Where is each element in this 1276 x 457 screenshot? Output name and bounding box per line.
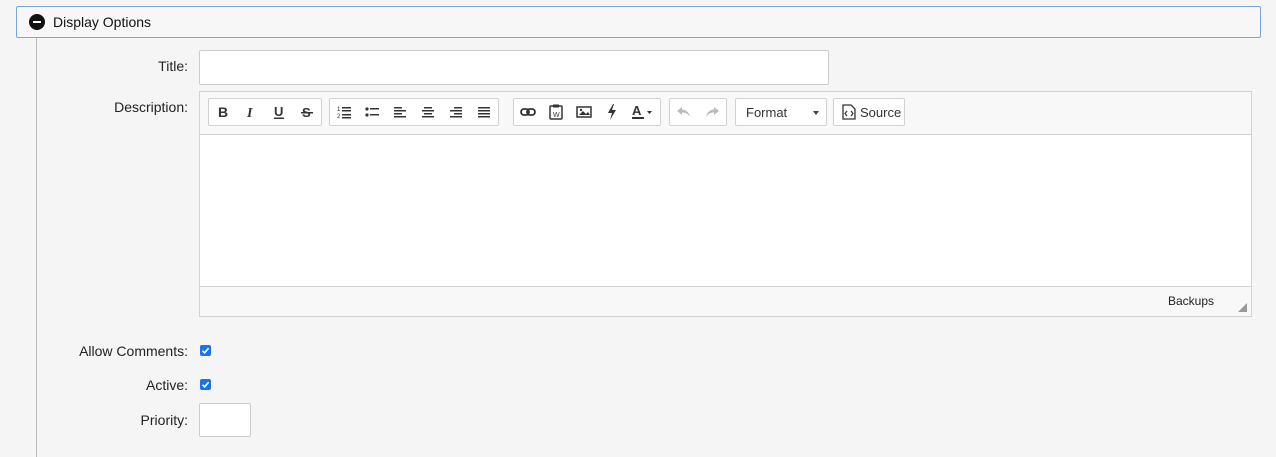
resize-handle-icon[interactable] [1238, 303, 1247, 312]
svg-text:W: W [553, 112, 560, 119]
flash-icon[interactable] [598, 99, 626, 125]
redo-icon[interactable] [698, 99, 726, 125]
section-divider [36, 38, 37, 457]
description-label: Description: [114, 99, 188, 115]
section-title: Display Options [53, 14, 152, 30]
svg-text:1: 1 [337, 107, 341, 113]
priority-input[interactable] [199, 403, 251, 437]
backups-link[interactable]: Backups [1168, 294, 1214, 308]
image-icon[interactable] [570, 99, 598, 125]
checkmark-icon [201, 347, 210, 354]
align-center-icon[interactable] [414, 99, 442, 125]
text-color-icon[interactable]: A [626, 99, 660, 125]
checkmark-icon [201, 381, 210, 388]
undo-group [669, 98, 727, 126]
title-input[interactable] [199, 50, 829, 85]
basic-styles-group: B I U S [208, 98, 322, 126]
paste-from-word-icon[interactable]: W [542, 99, 570, 125]
svg-text:B: B [218, 105, 228, 119]
numbered-list-icon[interactable]: 12 [330, 99, 358, 125]
format-label: Format [746, 104, 788, 120]
undo-icon[interactable] [670, 99, 698, 125]
editor-toolbar: B I U S 12 [200, 92, 1251, 135]
format-dropdown[interactable]: Format [735, 98, 827, 126]
link-icon[interactable] [514, 99, 542, 125]
priority-label: Priority: [140, 412, 188, 428]
align-right-icon[interactable] [442, 99, 470, 125]
source-label: Source [860, 104, 902, 120]
svg-text:A: A [632, 104, 642, 118]
justify-icon[interactable] [470, 99, 498, 125]
active-checkbox[interactable] [200, 379, 211, 390]
display-options-header[interactable]: Display Options [16, 6, 1261, 38]
active-label: Active: [145, 377, 188, 393]
svg-text:2: 2 [337, 114, 341, 119]
align-left-icon[interactable] [386, 99, 414, 125]
bold-icon[interactable]: B [209, 99, 237, 125]
allow-comments-checkbox[interactable] [200, 345, 211, 356]
title-label: Title: [158, 58, 188, 74]
allow-comments-label: Allow Comments: [79, 343, 188, 359]
svg-text:U: U [274, 105, 283, 119]
insert-group: W A [513, 98, 661, 126]
editor-content-area[interactable] [200, 135, 1251, 287]
paragraph-group: 12 [329, 98, 499, 126]
italic-icon[interactable]: I [237, 99, 265, 125]
underline-icon[interactable]: U [265, 99, 293, 125]
svg-text:I: I [246, 106, 253, 119]
chevron-down-icon [813, 111, 819, 115]
source-button[interactable]: Source [833, 98, 905, 126]
source-icon [842, 104, 856, 120]
editor-footer: Backups [200, 286, 1251, 316]
description-editor: B I U S 12 [199, 91, 1252, 317]
bulleted-list-icon[interactable] [358, 99, 386, 125]
collapse-icon[interactable] [29, 14, 45, 30]
strikethrough-icon[interactable]: S [293, 99, 321, 125]
